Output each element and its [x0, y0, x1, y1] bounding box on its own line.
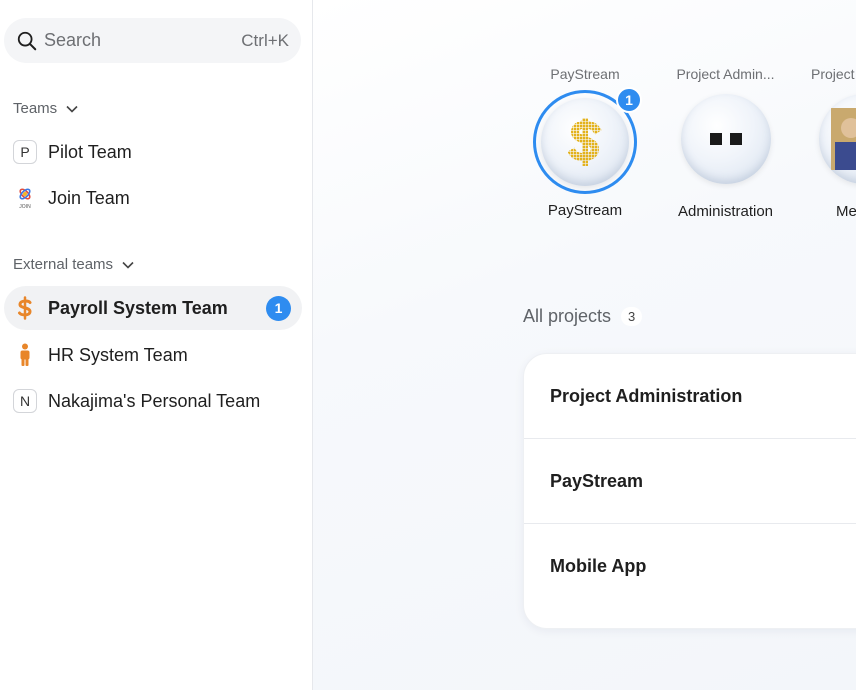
search-input[interactable]: Search	[44, 30, 241, 51]
project-name: PayStream	[550, 470, 644, 491]
all-projects-header: All projects 3	[523, 306, 643, 327]
search-icon	[17, 31, 37, 50]
projects-count-badge: 3	[621, 307, 643, 326]
main-content: PayStream 1 PayStream Project Admin... A…	[313, 0, 856, 690]
project-bubble-paystream[interactable]: PayStream 1 PayStream	[531, 66, 642, 219]
sidebar-item-join-team[interactable]: JOIN Join Team	[4, 176, 302, 220]
project-avatar	[680, 94, 771, 184]
teams-section-title: Teams	[13, 100, 58, 117]
sidebar-item-payroll-system-team[interactable]: Payroll System Team 1	[4, 286, 302, 330]
teams-section-toggle[interactable]: Teams	[13, 100, 79, 117]
bubble-selected-ring: 1	[533, 87, 642, 194]
bubble-top-label: Project	[811, 66, 855, 82]
app-window: Search Ctrl+K Teams P Pilot Team JOIN Jo	[0, 0, 856, 690]
sidebar-item-label: Pilot Team	[48, 141, 132, 162]
dollar-icon	[13, 296, 37, 320]
sidebar-item-label: Payroll System Team	[48, 297, 228, 318]
sidebar-item-label: Nakajima's Personal Team	[48, 390, 261, 411]
unread-count-badge: 1	[266, 295, 291, 321]
svg-text:JOIN: JOIN	[19, 204, 31, 210]
sidebar-item-nakajimas-personal-team[interactable]: N Nakajima's Personal Team	[4, 379, 302, 423]
project-row-paystream[interactable]: PayStream	[524, 439, 856, 524]
external-teams-section-title: External teams	[13, 256, 114, 273]
sidebar-item-label: Join Team	[48, 187, 130, 208]
project-avatar	[541, 98, 629, 186]
team-letter-icon: P	[13, 140, 37, 164]
bubble-bottom-label: Administration	[677, 203, 774, 220]
bubble-top-label: PayStream	[550, 66, 620, 82]
projects-list: Project Administration PayStream Mobile …	[523, 353, 856, 629]
team-letter-icon: N	[13, 389, 37, 413]
sidebar: Search Ctrl+K Teams P Pilot Team JOIN Jo	[0, 0, 313, 690]
search-box[interactable]: Search Ctrl+K	[4, 18, 301, 63]
bubble-bottom-label: Me	[836, 203, 856, 220]
person-icon	[13, 343, 37, 367]
sidebar-item-hr-system-team[interactable]: HR System Team	[4, 333, 302, 377]
project-name: Project Administration	[550, 385, 743, 406]
bubble-notification-badge: 1	[616, 87, 642, 113]
two-squares-icon	[709, 133, 742, 145]
project-avatar	[819, 94, 856, 184]
search-shortcut: Ctrl+K	[241, 30, 289, 50]
external-teams-section-toggle[interactable]: External teams	[13, 256, 135, 273]
project-bubble-mobile[interactable]: Project Me	[811, 66, 856, 220]
all-projects-title: All projects	[523, 306, 612, 326]
sidebar-item-label: HR System Team	[48, 344, 188, 365]
project-row-mobile-app[interactable]: Mobile App	[524, 524, 856, 609]
dollar-pixel-icon	[567, 118, 602, 166]
portrait-icon	[831, 108, 856, 170]
bubble-bottom-label: PayStream	[547, 202, 623, 219]
project-row-administration[interactable]: Project Administration	[524, 354, 856, 439]
bubble-top-label: Project Admin...	[676, 66, 775, 82]
chevron-down-icon	[66, 105, 78, 113]
project-bubble-administration[interactable]: Project Admin... Administration	[668, 66, 783, 220]
join-logo-icon: JOIN	[13, 186, 37, 210]
project-name: Mobile App	[550, 556, 647, 576]
sidebar-item-pilot-team[interactable]: P Pilot Team	[4, 130, 302, 174]
chevron-down-icon	[122, 261, 134, 269]
